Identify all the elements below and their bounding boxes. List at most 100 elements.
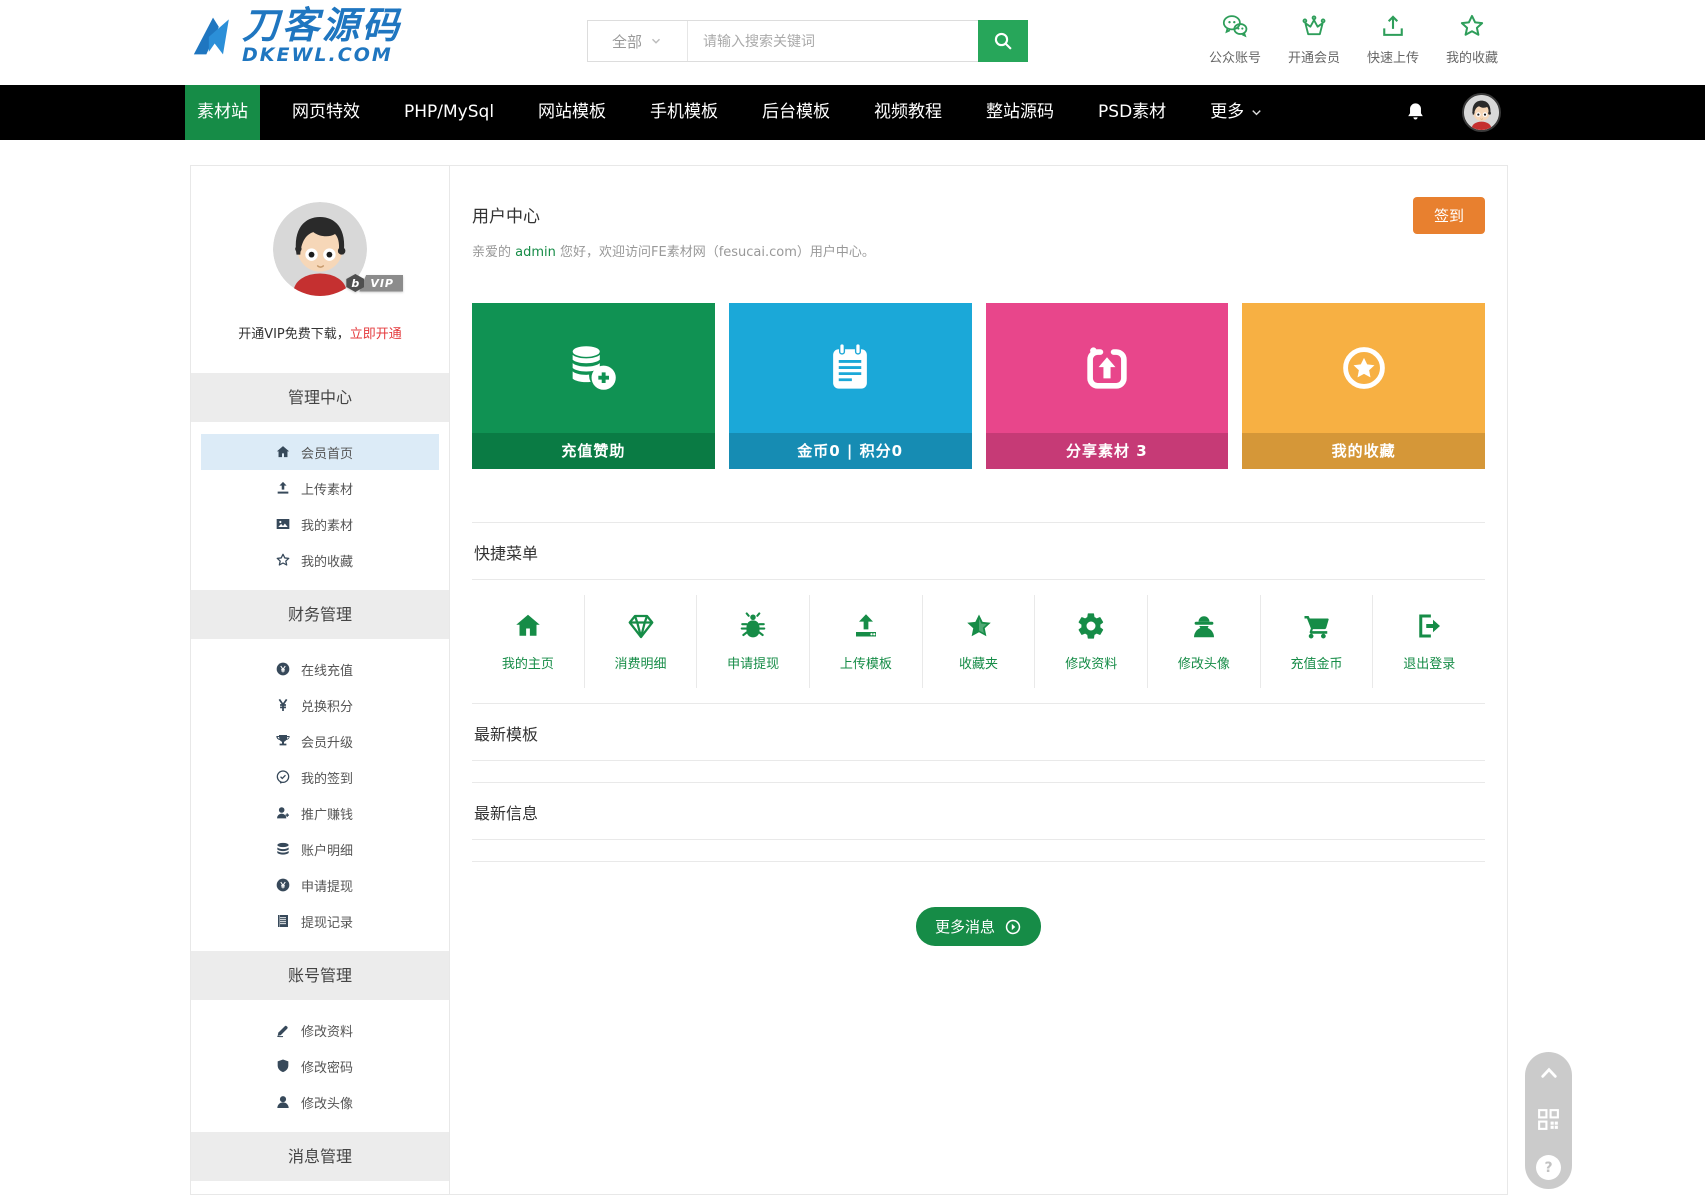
quick-item-apply-withdraw[interactable]: 申请提现 [697,595,811,688]
yen-circle-icon [276,662,290,676]
card-coins-points[interactable]: 金币0 | 积分0 [728,303,972,469]
nav-item-video-tutorials[interactable]: 视频教程 [852,85,964,140]
upload-icon [855,614,876,637]
quick-menu-title: 快捷菜单 [474,544,539,563]
latest-news-title: 最新信息 [474,804,539,823]
greeting-text: 亲爱的 admin 您好，欢迎访问FE素材网（fesucai.com）用户中心。 [472,245,875,260]
gear-icon [1078,613,1104,639]
nav-item-full-site-source[interactable]: 整站源码 [964,85,1076,140]
open-vip-link[interactable]: 立即开通 [350,327,402,342]
quick-item-upload-template[interactable]: 上传模板 [810,595,923,688]
sidebar-item-change-password[interactable]: 修改密码 [201,1048,439,1084]
sidebar-item-member-home[interactable]: 会员首页 [201,434,439,470]
quick-item-recharge-coins[interactable]: 充值金币 [1261,595,1374,688]
header-link-my-favorites[interactable]: 我的收藏 [1435,12,1509,66]
username: admin [515,245,556,260]
chevron-down-icon [652,38,660,44]
spy-icon [1193,616,1214,638]
sidebar-item-my-materials[interactable]: 我的素材 [201,506,439,542]
latest-templates-title: 最新模板 [474,725,539,744]
chevron-up-icon [1540,1067,1557,1078]
quick-item-consumption-detail[interactable]: 消费明细 [585,595,698,688]
user-plus-icon [277,807,289,819]
quick-item-logout[interactable]: 退出登录 [1373,595,1485,688]
notification-bell-icon[interactable] [1404,101,1427,124]
sidebar-item-account-detail[interactable]: 账户明细 [201,831,439,867]
card-shared-materials[interactable]: 分享素材 3 [985,303,1229,469]
nav-item-material-site[interactable]: 素材站 [185,85,260,140]
arrow-right-circle-icon [1005,919,1021,934]
logo-title: 刀客源码 [242,4,402,47]
pencil-icon [277,1025,288,1038]
vip-promo-line: 开通VIP免费下载，立即开通 [238,327,402,342]
card-my-favorites[interactable]: 我的收藏 [1242,303,1485,469]
stat-cards: 充值赞助 金币0 | 积分0 分享素材 3 我的收藏 [472,303,1485,469]
latest-news-list [472,840,1485,862]
quick-item-change-avatar[interactable]: 修改头像 [1148,595,1261,688]
search-bar: 全部 [587,20,1028,62]
sidebar-item-exchange-points[interactable]: 兑换积分 [201,687,439,723]
trophy-icon [276,735,290,746]
nav-user-avatar[interactable] [1462,93,1501,132]
card-label: 分享素材 3 [985,433,1229,469]
chevron-down-icon [1252,110,1261,116]
star-icon [966,614,991,637]
card-recharge-sponsor[interactable]: 充值赞助 [472,303,715,469]
header-link-quick-upload[interactable]: 快速上传 [1356,12,1430,66]
floating-toolbar: ? [1525,1052,1572,1189]
upload-icon [277,481,289,494]
sidebar-section-management: 管理中心 [191,373,449,422]
sidebar-item-my-favorites[interactable]: 我的收藏 [201,542,439,578]
search-input[interactable] [688,21,978,61]
site-logo[interactable]: 刀客源码 DKEWL.COM [188,7,402,65]
sidebar-item-upload-material[interactable]: 上传素材 [201,470,439,506]
more-messages-button[interactable]: 更多消息 [915,907,1041,946]
logo-subtitle: DKEWL.COM [242,44,393,66]
check-circle-icon [276,770,290,784]
signin-button[interactable]: 签到 [1412,197,1485,234]
nav-item-backend-templates[interactable]: 后台模板 [740,85,852,140]
nav-item-mobile-templates[interactable]: 手机模板 [628,85,740,140]
yen-circle-icon [276,878,290,892]
sidebar: b VIP 开通VIP免费下载，立即开通 管理中心 会员首页 上传素材 我的素材 [191,166,450,1194]
sidebar-item-apply-withdraw[interactable]: 申请提现 [201,867,439,903]
back-to-top-button[interactable] [1536,1063,1562,1083]
search-button[interactable] [978,20,1028,62]
sidebar-item-my-checkin[interactable]: 我的签到 [201,759,439,795]
sidebar-item-online-recharge[interactable]: 在线充值 [201,651,439,687]
share-upload-icon [986,303,1229,433]
sidebar-item-promotion-earn[interactable]: 推广赚钱 [201,795,439,831]
quick-item-my-homepage[interactable]: 我的主页 [472,595,585,688]
sidebar-item-withdraw-records[interactable]: 提现记录 [201,903,439,939]
coins-plus-icon [472,303,715,433]
help-button[interactable]: ? [1536,1155,1561,1180]
bug-icon [740,612,766,638]
image-icon [276,519,290,529]
user-avatar[interactable]: b VIP [273,202,403,296]
yen-exchange-icon [278,698,288,711]
qr-code-button[interactable] [1536,1107,1561,1132]
main-nav: 素材站 网页特效 PHP/MySql 网站模板 手机模板 后台模板 视频教程 整… [0,85,1705,140]
nav-item-web-effects[interactable]: 网页特效 [270,85,382,140]
quick-menu: 我的主页 消费明细 申请提现 上传模板 收藏夹 修改资料 修改头像 充值金币 退… [472,595,1485,688]
sidebar-item-member-upgrade[interactable]: 会员升级 [201,723,439,759]
search-category-select[interactable]: 全部 [588,21,688,61]
notepad-icon [729,303,972,433]
home-icon [276,446,290,458]
sidebar-item-change-avatar[interactable]: 修改头像 [201,1084,439,1120]
quick-item-favorites-folder[interactable]: 收藏夹 [923,595,1036,688]
nav-item-website-templates[interactable]: 网站模板 [516,85,628,140]
header-link-public-account[interactable]: 公众账号 [1198,12,1272,66]
nav-item-php-mysql[interactable]: PHP/MySql [382,85,516,140]
sidebar-avatar-block: b VIP 开通VIP免费下载，立即开通 [191,166,449,342]
cart-icon [1304,616,1329,639]
sidebar-item-edit-profile[interactable]: 修改资料 [201,1012,439,1048]
quick-item-edit-profile[interactable]: 修改资料 [1035,595,1149,688]
card-label: 我的收藏 [1242,433,1485,469]
divider [472,579,1485,580]
header-link-open-vip[interactable]: 开通会员 [1277,12,1351,66]
nav-item-psd-materials[interactable]: PSD素材 [1076,85,1188,140]
nav-item-more[interactable]: 更多 [1188,85,1286,140]
main-content: 用户中心 签到 亲爱的 admin 您好，欢迎访问FE素材网（fesucai.c… [450,166,1507,1194]
home-icon [516,614,540,636]
